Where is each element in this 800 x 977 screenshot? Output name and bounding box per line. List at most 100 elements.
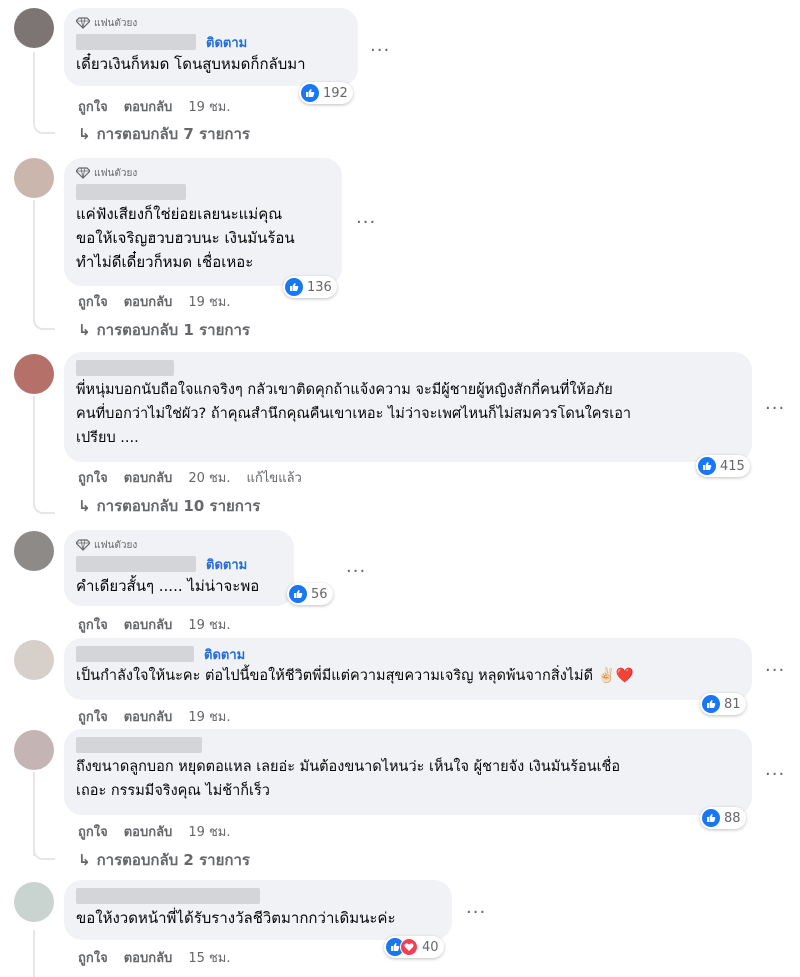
follow-button[interactable]: ติดตาม: [204, 644, 245, 665]
reply-arrow-icon: ↳: [78, 497, 91, 515]
diamond-icon: [76, 17, 90, 29]
diamond-icon: [76, 539, 90, 551]
avatar[interactable]: [14, 640, 54, 680]
top-fan-badge: แฟนตัวยง: [76, 16, 346, 30]
author-name-redacted[interactable]: [76, 888, 260, 904]
more-options-icon[interactable]: ···: [765, 660, 785, 681]
view-replies-link[interactable]: ↳ การตอบกลับ 7 รายการ: [78, 122, 250, 146]
thread-connector: [33, 118, 55, 134]
reply-arrow-icon: ↳: [78, 321, 91, 339]
avatar[interactable]: [14, 882, 54, 922]
top-fan-badge: แฟนตัวยง: [76, 166, 330, 180]
reaction-summary[interactable]: 136: [283, 276, 337, 298]
timestamp[interactable]: 20 ชม.: [188, 467, 230, 488]
like-reaction-icon: [301, 84, 319, 102]
comment-text: แค่ฟังเสียงก็ใช่ย่อยเลยนะแม่คุณ ขอให้เจร…: [76, 205, 295, 271]
reaction-count: 192: [323, 85, 348, 101]
comment-bubble: ถึงขนาดลูกบอก หยุดตอแหล เลยอ่ะ มันต้องขน…: [64, 729, 752, 815]
avatar[interactable]: [14, 158, 54, 198]
more-options-icon[interactable]: ···: [466, 902, 486, 923]
like-button[interactable]: ถูกใจ: [78, 96, 108, 117]
replies-count-label: การตอบกลับ 7 รายการ: [96, 125, 250, 143]
more-options-icon[interactable]: ···: [370, 40, 390, 61]
thread-line: [33, 52, 35, 122]
timestamp[interactable]: 15 ชม.: [188, 947, 230, 968]
reaction-summary[interactable]: 88: [700, 807, 746, 829]
comment-text: ขอให้งวดหน้าพี่ได้รับรางวัลชีวิตมากกว่าเ…: [76, 909, 396, 927]
reaction-count: 415: [720, 458, 745, 474]
reply-button[interactable]: ตอบกลับ: [124, 467, 173, 488]
like-button[interactable]: ถูกใจ: [78, 291, 108, 312]
comment-text: เป็นกำลังใจให้นะคะ ต่อไปนี้ขอให้ชีวิตพี่…: [76, 668, 634, 684]
follow-button[interactable]: ติดตาม: [206, 554, 247, 575]
reaction-count: 40: [422, 939, 439, 955]
like-button[interactable]: ถูกใจ: [78, 614, 108, 635]
avatar[interactable]: [14, 8, 54, 48]
like-button[interactable]: ถูกใจ: [78, 947, 108, 968]
more-options-icon[interactable]: ···: [356, 212, 376, 233]
love-reaction-icon: [400, 938, 418, 956]
comment-bubble: แฟนตัวยง ติดตาม คำเดียวสั้นๆ ..... ไม่น่…: [64, 530, 294, 606]
timestamp[interactable]: 19 ชม.: [188, 291, 230, 312]
comment-text: พี่หนุ่มบอกนับถือใจแกจริงๆ กลัวเขาติดคุก…: [76, 382, 632, 446]
comment-actions: ถูกใจ ตอบกลับ 15 ชม.: [78, 947, 247, 968]
view-replies-link[interactable]: ↳ การตอบกลับ 1 รายการ: [78, 318, 250, 342]
reply-button[interactable]: ตอบกลับ: [124, 96, 173, 117]
reply-button[interactable]: ตอบกลับ: [124, 614, 173, 635]
timestamp[interactable]: 19 ชม.: [188, 96, 230, 117]
comment-actions: ถูกใจ ตอบกลับ 19 ชม.: [78, 821, 247, 842]
timestamp[interactable]: 19 ชม.: [188, 706, 230, 727]
avatar[interactable]: [14, 730, 54, 770]
thread-line: [33, 396, 35, 502]
replies-count-label: การตอบกลับ 1 รายการ: [96, 321, 250, 339]
like-button[interactable]: ถูกใจ: [78, 706, 108, 727]
reaction-summary[interactable]: 192: [299, 82, 353, 104]
reaction-count: 88: [724, 810, 741, 826]
like-button[interactable]: ถูกใจ: [78, 467, 108, 488]
reaction-count: 56: [311, 586, 328, 602]
comment-actions: ถูกใจ ตอบกลับ 19 ชม.: [78, 614, 247, 635]
comment-text: คำเดียวสั้นๆ ..... ไม่น่าจะพอ: [76, 577, 260, 595]
like-reaction-icon: [702, 809, 720, 827]
avatar[interactable]: [14, 531, 54, 571]
comment-actions: ถูกใจ ตอบกลับ 19 ชม.: [78, 291, 247, 312]
comment-bubble: แฟนตัวยง ติดตาม เดี๋ยวเงินก็หมด โดนสูบหม…: [64, 8, 358, 86]
reply-button[interactable]: ตอบกลับ: [124, 947, 173, 968]
like-reaction-icon: [702, 695, 720, 713]
thread-connector: [33, 844, 55, 860]
replies-count-label: การตอบกลับ 2 รายการ: [96, 851, 250, 869]
author-name-redacted[interactable]: [76, 184, 186, 200]
edited-label: แก้ไขแล้ว: [246, 471, 302, 486]
timestamp[interactable]: 19 ชม.: [188, 614, 230, 635]
comment-bubble: ติดตาม เป็นกำลังใจให้นะคะ ต่อไปนี้ขอให้ช…: [64, 638, 752, 700]
reaction-summary[interactable]: 40: [384, 936, 444, 958]
more-options-icon[interactable]: ···: [765, 398, 785, 419]
view-replies-link[interactable]: ↳ การตอบกลับ 2 รายการ: [78, 848, 250, 872]
view-replies-link[interactable]: ↳ การตอบกลับ 10 รายการ: [78, 494, 260, 518]
reaction-count: 136: [307, 279, 332, 295]
top-fan-label: แฟนตัวยง: [94, 17, 138, 29]
reply-button[interactable]: ตอบกลับ: [124, 706, 173, 727]
avatar[interactable]: [14, 354, 54, 394]
author-name-redacted[interactable]: [76, 646, 194, 662]
more-options-icon[interactable]: ···: [765, 764, 785, 785]
reply-button[interactable]: ตอบกลับ: [124, 291, 173, 312]
author-name-redacted[interactable]: [76, 360, 174, 376]
comment-bubble: ขอให้งวดหน้าพี่ได้รับรางวัลชีวิตมากกว่าเ…: [64, 880, 452, 940]
reply-button[interactable]: ตอบกลับ: [124, 821, 173, 842]
like-reaction-icon: [285, 278, 303, 296]
like-button[interactable]: ถูกใจ: [78, 821, 108, 842]
top-fan-label: แฟนตัวยง: [94, 539, 138, 551]
like-reaction-icon: [698, 457, 716, 475]
reaction-summary[interactable]: 415: [696, 455, 750, 477]
timestamp[interactable]: 19 ชม.: [188, 821, 230, 842]
follow-button[interactable]: ติดตาม: [206, 32, 247, 53]
more-options-icon[interactable]: ···: [346, 561, 366, 582]
reaction-summary[interactable]: 81: [700, 693, 746, 715]
author-name-redacted[interactable]: [76, 34, 196, 50]
author-name-redacted[interactable]: [76, 556, 196, 572]
author-name-redacted[interactable]: [76, 737, 202, 753]
thread-connector: [33, 498, 55, 514]
reaction-summary[interactable]: 56: [287, 583, 333, 605]
comment-actions: ถูกใจ ตอบกลับ 19 ชม.: [78, 96, 247, 117]
